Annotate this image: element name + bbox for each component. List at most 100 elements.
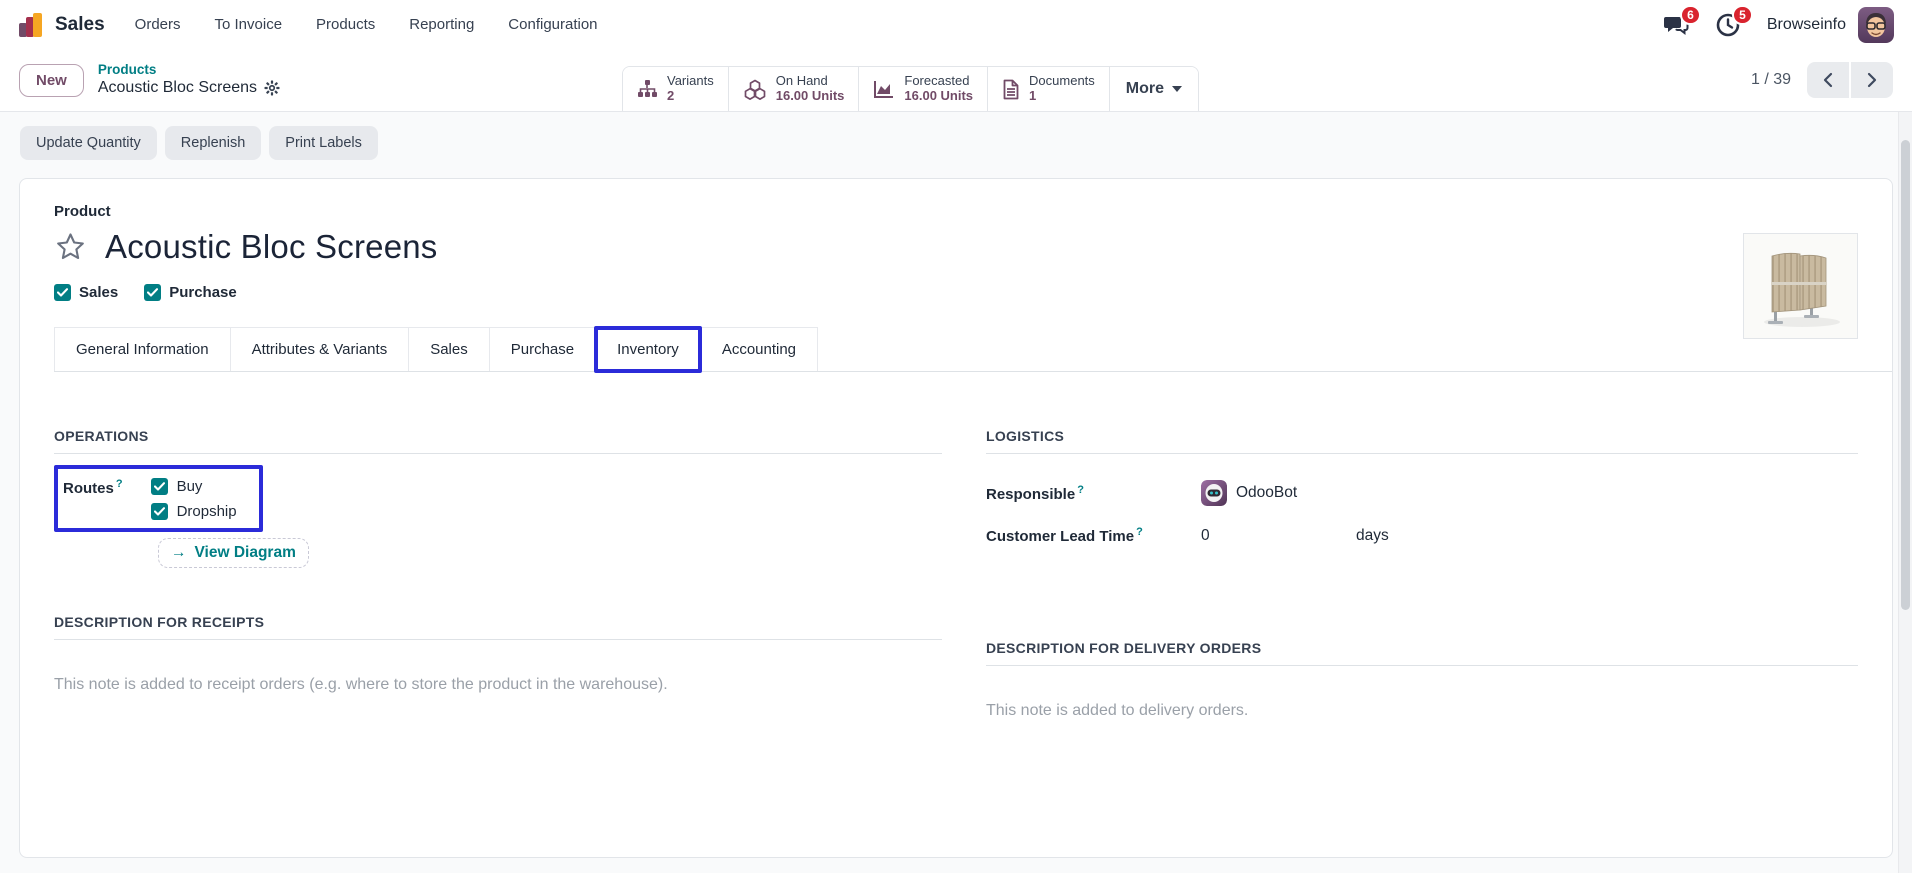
menu-products[interactable]: Products	[316, 16, 375, 33]
receipts-heading: DESCRIPTION FOR RECEIPTS	[54, 614, 942, 640]
replenish-button[interactable]: Replenish	[165, 126, 262, 160]
responsible-name: OdooBot	[1236, 484, 1297, 502]
checkbox-checked-icon	[54, 284, 71, 301]
lead-time-field-label: Customer Lead Time?	[986, 526, 1201, 545]
tab-accounting[interactable]: Accounting	[700, 327, 818, 371]
tab-inventory[interactable]: Inventory	[595, 327, 701, 371]
stat-label: On Hand	[776, 74, 845, 89]
routes-field-label: Routes?	[63, 478, 123, 520]
route-dropship-checkbox[interactable]: Dropship	[151, 503, 237, 520]
top-navbar: Sales Orders To Invoice Products Reporti…	[0, 0, 1912, 49]
stat-value: 1	[1029, 89, 1095, 104]
route-label: Buy	[177, 478, 203, 495]
pager-previous-button[interactable]	[1807, 62, 1849, 98]
help-tooltip-icon[interactable]: ?	[116, 478, 123, 490]
logistics-heading: LOGISTICS	[986, 428, 1858, 454]
stat-value: 16.00 Units	[776, 89, 845, 104]
menu-reporting[interactable]: Reporting	[409, 16, 474, 33]
delivery-heading: DESCRIPTION FOR DELIVERY ORDERS	[986, 640, 1858, 666]
odoobot-avatar	[1201, 480, 1227, 506]
sales-checkbox[interactable]: Sales	[54, 284, 118, 301]
app-name[interactable]: Sales	[55, 14, 105, 36]
tab-attributes-variants[interactable]: Attributes & Variants	[230, 327, 410, 371]
product-form-card: Product Acoustic Bloc Screens Sales Pur	[19, 178, 1893, 858]
arrow-right-icon: →	[171, 544, 187, 562]
view-diagram-label: View Diagram	[195, 544, 296, 562]
topbar-right: 6 5 Browseinfo	[1663, 7, 1894, 43]
more-dropdown-button[interactable]: More	[1110, 67, 1198, 111]
update-quantity-button[interactable]: Update Quantity	[20, 126, 157, 160]
new-button[interactable]: New	[19, 64, 84, 97]
stat-button-variants[interactable]: Variants 2	[623, 67, 729, 111]
print-labels-button[interactable]: Print Labels	[269, 126, 378, 160]
sales-app-logo-icon	[18, 11, 45, 39]
view-diagram-link[interactable]: → View Diagram	[158, 538, 309, 568]
checkbox-checked-icon	[151, 478, 168, 495]
pager-next-button[interactable]	[1851, 62, 1893, 98]
lead-time-unit: days	[1356, 527, 1389, 545]
menu-configuration[interactable]: Configuration	[508, 16, 597, 33]
statusbar-actions: Update Quantity Replenish Print Labels	[0, 112, 1912, 160]
odoo-product-form-screen: Sales Orders To Invoice Products Reporti…	[0, 0, 1912, 873]
vertical-scrollbar[interactable]	[1898, 112, 1912, 873]
messages-badge: 6	[1680, 5, 1701, 25]
lead-time-input[interactable]: 0	[1201, 527, 1356, 545]
stat-button-on-hand[interactable]: On Hand 16.00 Units	[729, 67, 860, 111]
breadcrumb: Products Acoustic Bloc Screens	[98, 62, 280, 99]
file-icon	[1002, 79, 1020, 100]
cubes-icon	[743, 79, 767, 100]
stat-label: Documents	[1029, 74, 1095, 89]
chevron-right-icon	[1865, 72, 1879, 88]
receipts-description-field[interactable]: This note is added to receipt orders (e.…	[54, 676, 942, 694]
help-tooltip-icon[interactable]: ?	[1136, 526, 1143, 538]
gear-icon[interactable]	[264, 80, 280, 96]
scrollbar-thumb[interactable]	[1901, 140, 1910, 610]
operations-heading: OPERATIONS	[54, 428, 942, 454]
operations-column: OPERATIONS Routes?	[54, 428, 942, 720]
route-label: Dropship	[177, 503, 237, 520]
menu-orders[interactable]: Orders	[135, 16, 181, 33]
stat-button-group: Variants 2 On Hand 16.00 Un	[622, 66, 1199, 111]
user-avatar[interactable]	[1858, 7, 1894, 43]
help-tooltip-icon[interactable]: ?	[1077, 484, 1084, 496]
chevron-left-icon	[1821, 72, 1835, 88]
more-label: More	[1126, 80, 1164, 98]
activities-badge: 5	[1732, 5, 1753, 25]
responsible-field-label: Responsible?	[986, 484, 1201, 503]
messages-button[interactable]: 6	[1663, 12, 1689, 38]
main-menu: Orders To Invoice Products Reporting Con…	[135, 16, 598, 33]
checkbox-checked-icon	[144, 284, 161, 301]
toggle-label: Purchase	[169, 284, 237, 301]
tab-sales[interactable]: Sales	[408, 327, 490, 371]
sitemap-icon	[637, 79, 658, 99]
record-type-label: Product	[54, 203, 1858, 220]
user-menu[interactable]: Browseinfo	[1767, 7, 1894, 43]
breadcrumb-current: Acoustic Bloc Screens	[98, 78, 257, 98]
stat-value: 16.00 Units	[904, 89, 973, 104]
responsible-value[interactable]: OdooBot	[1201, 480, 1297, 506]
favorite-star-icon[interactable]	[54, 231, 87, 263]
delivery-description-field[interactable]: This note is added to delivery orders.	[986, 702, 1858, 720]
logistics-column: LOGISTICS Responsible?	[986, 428, 1858, 720]
stat-value: 2	[667, 89, 714, 104]
checkbox-checked-icon	[151, 503, 168, 520]
activities-button[interactable]: 5	[1715, 12, 1741, 38]
stat-label: Forecasted	[904, 74, 973, 89]
stat-button-documents[interactable]: Documents 1	[988, 67, 1110, 111]
area-chart-icon	[873, 79, 895, 99]
user-name: Browseinfo	[1767, 16, 1846, 34]
stat-button-forecasted[interactable]: Forecasted 16.00 Units	[859, 67, 988, 111]
toggle-label: Sales	[79, 284, 118, 301]
tab-purchase[interactable]: Purchase	[489, 327, 596, 371]
tab-general-information[interactable]: General Information	[54, 327, 231, 371]
chevron-down-icon	[1172, 86, 1182, 92]
product-title[interactable]: Acoustic Bloc Screens	[105, 228, 438, 266]
purchase-checkbox[interactable]: Purchase	[144, 284, 237, 301]
menu-to-invoice[interactable]: To Invoice	[215, 16, 283, 33]
control-panel: New Products Acoustic Bloc Screens	[0, 49, 1912, 112]
breadcrumb-parent[interactable]: Products	[98, 62, 280, 79]
product-image[interactable]	[1743, 233, 1858, 339]
route-buy-checkbox[interactable]: Buy	[151, 478, 237, 495]
app-switcher[interactable]: Sales	[18, 11, 105, 39]
tab-inventory-label: Inventory	[617, 341, 679, 358]
